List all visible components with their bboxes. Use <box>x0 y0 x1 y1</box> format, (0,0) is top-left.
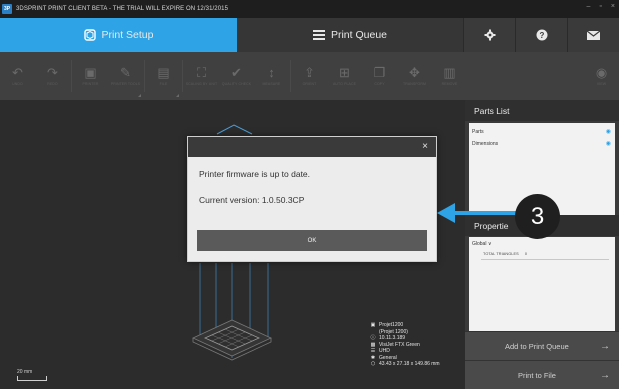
window-title: 3DSPRINT PRINT CLIENT BETA - THE TRIAL W… <box>16 6 229 12</box>
printer-icon: ▣ <box>84 65 97 80</box>
toolbar-divider <box>144 60 145 92</box>
printer-cube-icon <box>83 29 96 41</box>
wrench-icon: ✎ <box>120 65 131 80</box>
eye-icon[interactable]: ◉ <box>606 140 611 147</box>
total-triangles: TOTAL TRIANGLES 0 <box>483 252 528 256</box>
tab-print-queue-label: Print Queue <box>330 29 388 41</box>
global-dropdown[interactable]: Global ∨ <box>472 241 492 247</box>
print-to-file-button[interactable]: Print to File → <box>465 360 619 389</box>
toolbar: ↶ UNDO ↷ REDO ▣ PRINTER ✎ PRINTER TOOLS ▤ FIL… <box>0 52 619 100</box>
scale-bar-label: 20 mm <box>17 369 33 375</box>
view-button[interactable]: ◉ VIEW <box>584 52 619 100</box>
dialog-close-button[interactable]: × <box>422 141 428 152</box>
measure-button[interactable]: ↕ MEASURE <box>254 52 289 100</box>
printer-info: ▣ Projet1200 (Projet 1200) ⓘ 10.11.3.189 ▩… <box>370 322 440 368</box>
dropdown-corner-icon <box>176 94 179 97</box>
app-window: 3P 3DSPRINT PRINT CLIENT BETA - THE TRIA… <box>0 0 619 389</box>
tab-print-setup-label: Print Setup <box>101 29 154 41</box>
dialog-version: Current version: 1.0.50.3CP <box>199 195 305 205</box>
eye-icon: ◉ <box>595 65 608 80</box>
step-number-badge: 3 <box>515 194 560 239</box>
redo-icon: ↷ <box>47 65 58 80</box>
dialog-message: Printer firmware is up to date. <box>199 169 311 179</box>
auto-place-icon: ⊞ <box>339 65 350 80</box>
gear-icon <box>484 29 495 41</box>
minimize-button[interactable]: – <box>587 3 591 10</box>
undo-icon: ↶ <box>12 65 23 80</box>
parts-list-item[interactable]: Parts <box>472 129 484 135</box>
tab-print-setup[interactable]: Print Setup <box>0 18 237 52</box>
parts-list-item[interactable]: Dimensions <box>472 141 498 147</box>
question-icon: ? <box>536 29 547 41</box>
messages-button[interactable] <box>567 18 619 52</box>
tab-print-queue[interactable]: Print Queue <box>237 18 463 52</box>
app-logo: 3P <box>2 4 12 14</box>
quality-check-button[interactable]: ✔ QUALITY CHECK <box>219 52 254 100</box>
title-bar: 3P 3DSPRINT PRINT CLIENT BETA - THE TRIA… <box>0 0 619 18</box>
orient-button[interactable]: ⇪ ORIENT <box>292 52 327 100</box>
svg-text:?: ? <box>539 31 544 40</box>
transform-icon: ✥ <box>409 65 420 80</box>
remove-icon: ▥ <box>443 65 456 80</box>
file-button[interactable]: ▤ FILE <box>146 52 181 100</box>
toolbar-divider <box>290 60 291 92</box>
printer-dimensions-row: ⬡ 43.43 x 27.18 x 149.86 mm <box>370 361 440 367</box>
transform-button[interactable]: ✥ TRANSFORM <box>397 52 432 100</box>
undo-button[interactable]: ↶ UNDO <box>0 52 35 100</box>
scale-bar: 20 mm <box>17 369 47 381</box>
restore-button[interactable]: ▫ <box>599 3 601 10</box>
properties-panel: Global ∨ TOTAL TRIANGLES 0 <box>469 237 615 331</box>
printer-button[interactable]: ▣ PRINTER <box>73 52 108 100</box>
parts-list-header: Parts List <box>465 100 619 121</box>
settings-button[interactable] <box>463 18 515 52</box>
printer-tools-button[interactable]: ✎ PRINTER TOOLS <box>108 52 143 100</box>
main-tabs: Print Setup Print Queue ? <box>0 18 619 52</box>
toolbar-divider <box>182 60 183 92</box>
add-to-print-queue-button[interactable]: Add to Print Queue → <box>465 331 619 360</box>
close-window-button[interactable]: × <box>611 3 615 10</box>
arrow-right-icon: → <box>600 340 610 352</box>
check-circle-icon: ✔ <box>231 65 242 80</box>
toolbar-divider <box>71 60 72 92</box>
dialog-titlebar: × <box>188 137 436 157</box>
printer-icon: ▣ <box>370 322 376 328</box>
orient-icon: ⇪ <box>304 65 315 80</box>
dropdown-corner-icon <box>138 94 141 97</box>
chevron-down-icon: ∨ <box>487 241 492 247</box>
cube-icon: ⬡ <box>370 361 376 367</box>
scale-bar-line <box>17 376 47 381</box>
mail-icon <box>587 30 600 40</box>
remove-button[interactable]: ▥ REMOVE <box>432 52 467 100</box>
eye-icon[interactable]: ◉ <box>606 128 611 135</box>
copy-icon: ❐ <box>373 65 386 80</box>
redo-button[interactable]: ↷ REDO <box>35 52 70 100</box>
divider <box>481 259 609 260</box>
file-icon: ▤ <box>157 65 170 80</box>
measure-icon: ↕ <box>268 65 275 80</box>
right-panel: Parts List Parts ◉ Dimensions ◉ Properti… <box>465 100 619 389</box>
firmware-dialog: × Printer firmware is up to date. Curren… <box>187 136 437 262</box>
copy-button[interactable]: ❐ COPY <box>362 52 397 100</box>
window-controls: – ▫ × <box>587 3 615 10</box>
arrow-right-icon: → <box>600 369 610 381</box>
menu-lines-icon <box>312 30 325 40</box>
help-button[interactable]: ? <box>515 18 567 52</box>
ok-button[interactable]: OK <box>197 230 427 251</box>
scaling-button[interactable]: ⛶ SCALING BY UNIT <box>184 52 219 100</box>
scale-icon: ⛶ <box>196 65 207 80</box>
auto-place-button[interactable]: ⊞ AUTO PLACE <box>327 52 362 100</box>
